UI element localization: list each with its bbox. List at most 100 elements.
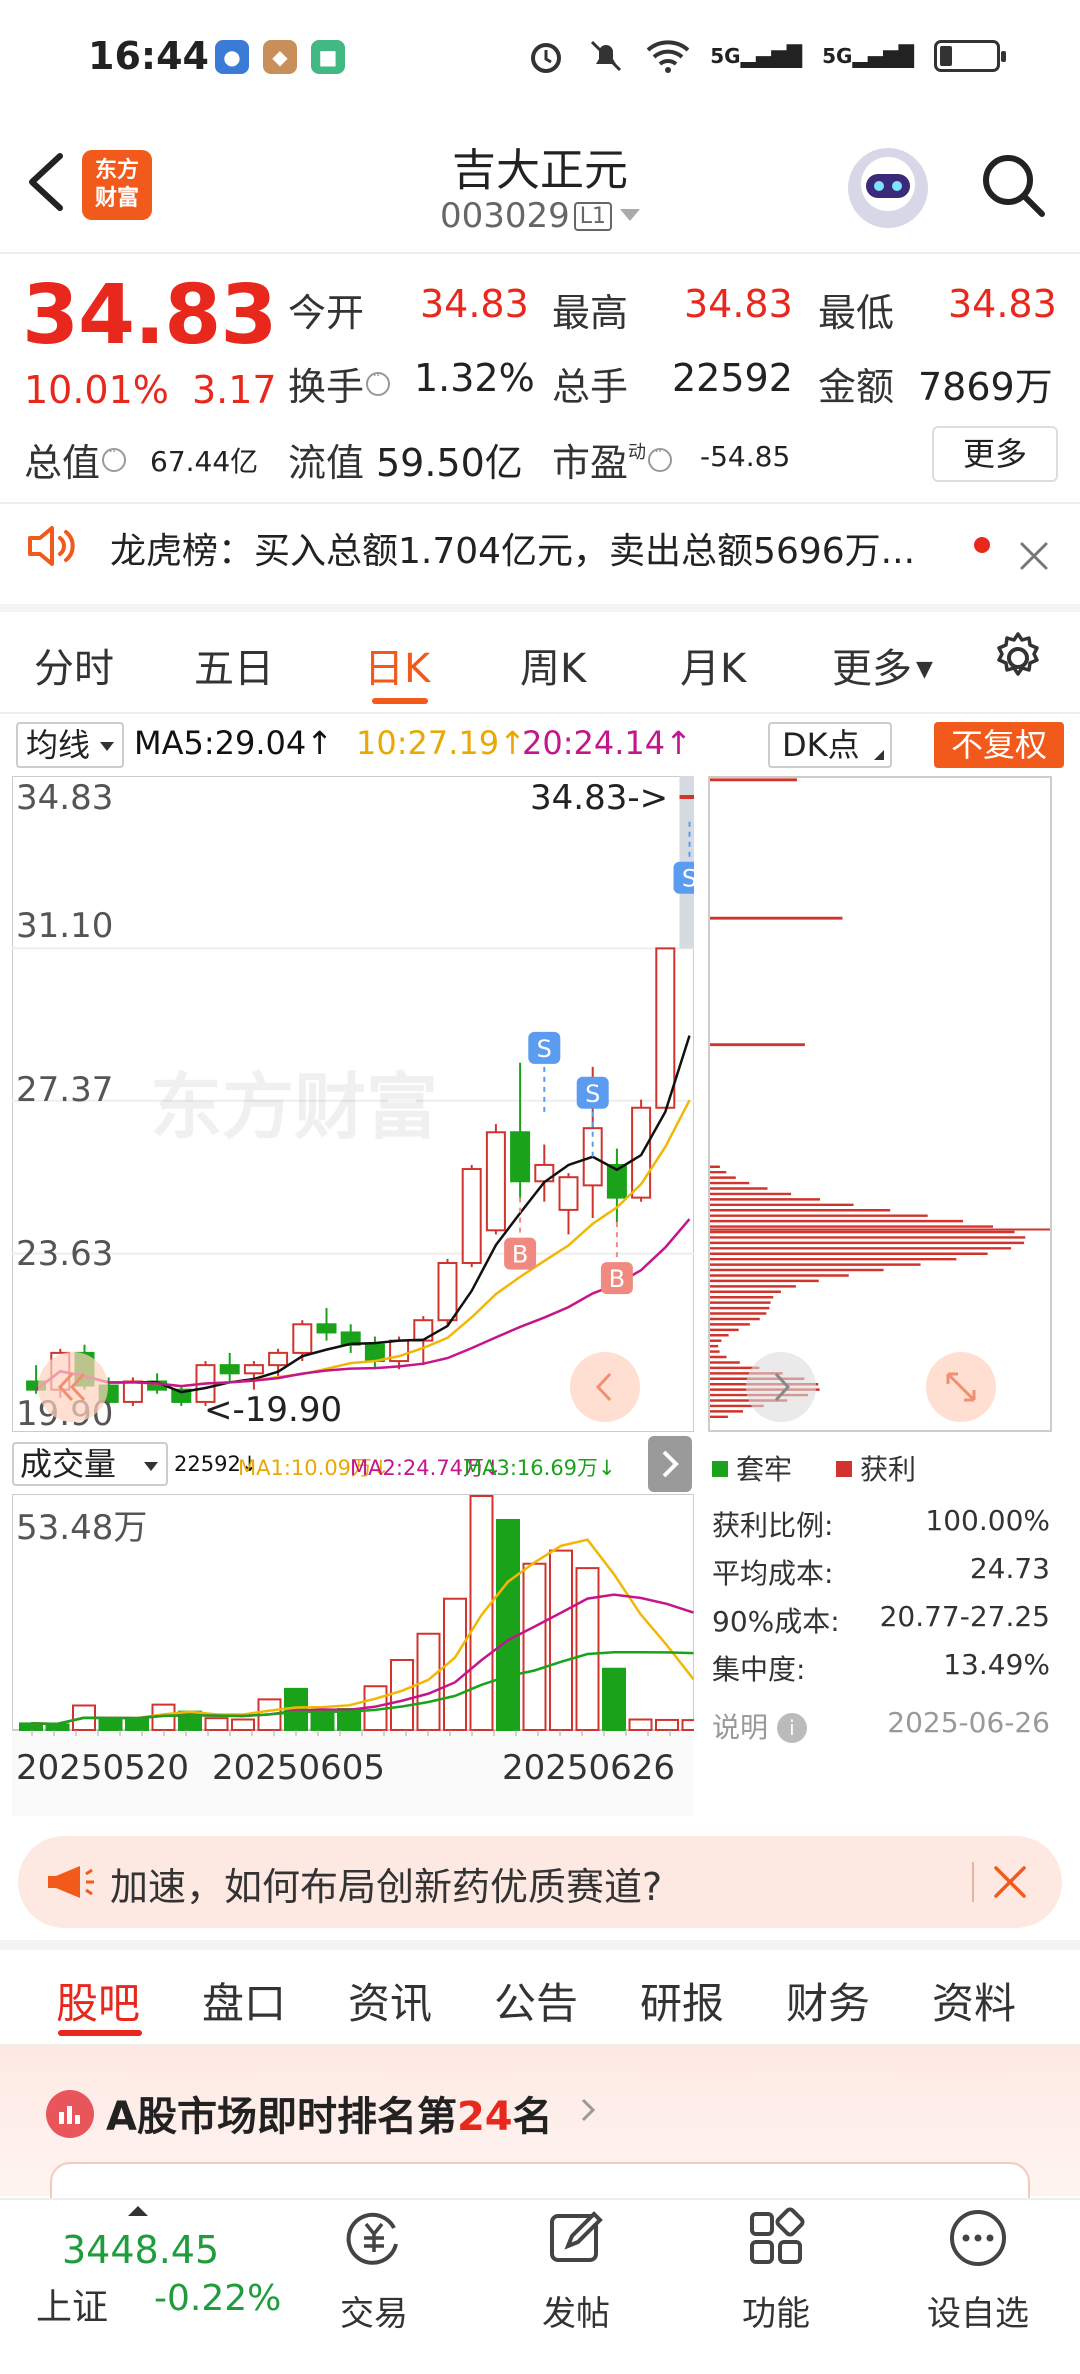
scroll-left-far-button[interactable] xyxy=(38,1352,108,1422)
tab-intraday[interactable]: 分时 xyxy=(34,636,114,694)
tab-profile[interactable]: 资料 xyxy=(932,1970,1016,2031)
game-app-icon: ◆ xyxy=(263,40,297,74)
tab-more[interactable]: 更多 ▼ xyxy=(832,636,933,694)
change-percent: 10.01% xyxy=(24,368,169,412)
candle-body xyxy=(292,1323,313,1354)
info-icon: i xyxy=(776,1713,807,1743)
note-link[interactable]: 说明 i xyxy=(712,1706,807,1746)
close-icon[interactable] xyxy=(1018,540,1050,572)
nav-trade[interactable]: 交易 xyxy=(294,2206,454,2335)
tab-daily-k[interactable]: 日K xyxy=(364,636,430,694)
expand-button[interactable] xyxy=(926,1352,996,1422)
open-label: 今开 xyxy=(288,291,365,335)
tabs-divider xyxy=(0,712,1080,714)
header-divider xyxy=(0,252,1080,254)
status-time: 16:44 xyxy=(88,34,209,78)
nav-functions[interactable]: 功能 xyxy=(696,2206,856,2335)
tab-weekly-k[interactable]: 周K xyxy=(520,636,586,694)
candle-body xyxy=(461,1168,482,1264)
pe-label[interactable]: 市盈动 xyxy=(552,432,673,487)
low-label: 最低 xyxy=(818,291,895,335)
pe-value: -54.85 xyxy=(700,440,791,473)
volume-bar xyxy=(681,1719,694,1732)
turnover-value: 1.32% xyxy=(414,356,535,400)
tab-news[interactable]: 资讯 xyxy=(348,1970,432,2031)
tab-monthly-k[interactable]: 月K xyxy=(680,636,746,694)
chip-distribution-chart[interactable] xyxy=(708,776,1052,1432)
candle-body xyxy=(268,1351,289,1367)
volume-bar xyxy=(496,1518,520,1732)
active-tab-underline xyxy=(58,2030,142,2036)
nav-post[interactable]: 发帖 xyxy=(496,2206,656,2335)
amount-label: 金额 xyxy=(818,365,895,409)
nav-add-watchlist[interactable]: 设自选 xyxy=(898,2206,1058,2335)
robot-assistant-icon[interactable] xyxy=(848,148,928,228)
no-adjust-button[interactable]: 不复权 xyxy=(934,722,1064,768)
sell-marker-label: S xyxy=(585,1080,600,1108)
promo-text[interactable]: 加速，如何布局创新药优质赛道? xyxy=(110,1856,662,1911)
index-name[interactable]: 上证 xyxy=(36,2278,108,2330)
volume-bar xyxy=(45,1723,70,1731)
more-quote-button[interactable]: 更多 xyxy=(932,426,1058,482)
volume-indicator-select[interactable]: 成交量 xyxy=(12,1442,168,1486)
y-label-2: 31.10 xyxy=(16,906,114,946)
volume-bar xyxy=(655,1718,679,1732)
expand-icon xyxy=(946,1372,976,1402)
y-label-3: 27.37 xyxy=(16,1070,114,1110)
info-icon xyxy=(366,368,391,396)
candle-body xyxy=(655,947,676,1109)
double-chevron-left-icon xyxy=(57,1372,86,1402)
tab-announcements[interactable]: 公告 xyxy=(494,1970,578,2031)
candle-body xyxy=(510,1131,531,1183)
tab-forum[interactable]: 股吧 xyxy=(56,1970,140,2031)
tab-financials[interactable]: 财务 xyxy=(786,1970,870,2031)
volume-bar xyxy=(98,1717,123,1731)
volume-bar xyxy=(602,1667,626,1731)
buy-marker-label: B xyxy=(609,1265,625,1293)
active-tab-underline xyxy=(372,698,428,704)
sell-marker-label: S xyxy=(537,1035,552,1063)
volume-max-label: 53.48万 xyxy=(16,1508,148,1548)
tab-five-day[interactable]: 五日 xyxy=(194,636,274,694)
dk-point-button[interactable]: DK点 xyxy=(768,722,892,768)
volume-value: 22592 xyxy=(672,356,793,400)
chip-prev-button[interactable] xyxy=(746,1352,816,1422)
close-icon[interactable] xyxy=(990,1862,1030,1902)
y-label-4: 23.63 xyxy=(16,1234,114,1274)
index-change[interactable]: -0.22% xyxy=(154,2278,281,2319)
concentration-value: 13.49% xyxy=(943,1648,1050,1681)
legend-profit: 获利 xyxy=(836,1448,916,1488)
rank-text[interactable]: A股市场即时排名第24名 xyxy=(106,2084,553,2142)
speaker-icon xyxy=(28,526,75,566)
gear-icon[interactable] xyxy=(990,630,1046,686)
chevron-right-icon xyxy=(774,1372,791,1402)
tab-order-book[interactable]: 盘口 xyxy=(202,1970,286,2031)
promo-separator xyxy=(972,1862,974,1902)
volume-bar xyxy=(549,1549,573,1731)
edit-icon xyxy=(550,2211,603,2262)
battery-icon xyxy=(934,40,1006,72)
indicator-select[interactable]: 均线 xyxy=(16,722,124,768)
vol-ma3: MA3:16.69万↓ xyxy=(464,1456,616,1480)
yuan-circle-icon xyxy=(346,2212,398,2265)
baidu-app-icon: ● xyxy=(215,40,249,74)
level-badge: L1 xyxy=(573,202,613,231)
rank-detail-card xyxy=(50,2162,1030,2202)
market-cap-label[interactable]: 总值 xyxy=(24,432,127,487)
turnover-label[interactable]: 换手 xyxy=(288,356,391,411)
volume-bar xyxy=(125,1717,149,1731)
search-icon[interactable] xyxy=(978,150,1048,220)
date-label-mid: 20250605 xyxy=(212,1748,386,1788)
news-text[interactable]: 龙虎榜：买入总额1.704亿元，卖出总额5696万... xyxy=(110,522,950,574)
candle-body xyxy=(558,1176,579,1211)
candle-body xyxy=(437,1261,458,1322)
min-price-label: <-19.90 xyxy=(204,1390,343,1430)
watermark: 东方财富 xyxy=(150,1065,439,1149)
scroll-left-button[interactable] xyxy=(570,1352,640,1422)
index-expand-icon[interactable] xyxy=(128,2206,148,2216)
tab-research[interactable]: 研报 xyxy=(640,1970,724,2031)
index-value[interactable]: 3448.45 xyxy=(62,2228,219,2272)
ma5-value: MA5:29.04↑ xyxy=(134,724,334,762)
candle-body xyxy=(219,1364,240,1375)
indicator-next-button[interactable] xyxy=(648,1436,692,1492)
